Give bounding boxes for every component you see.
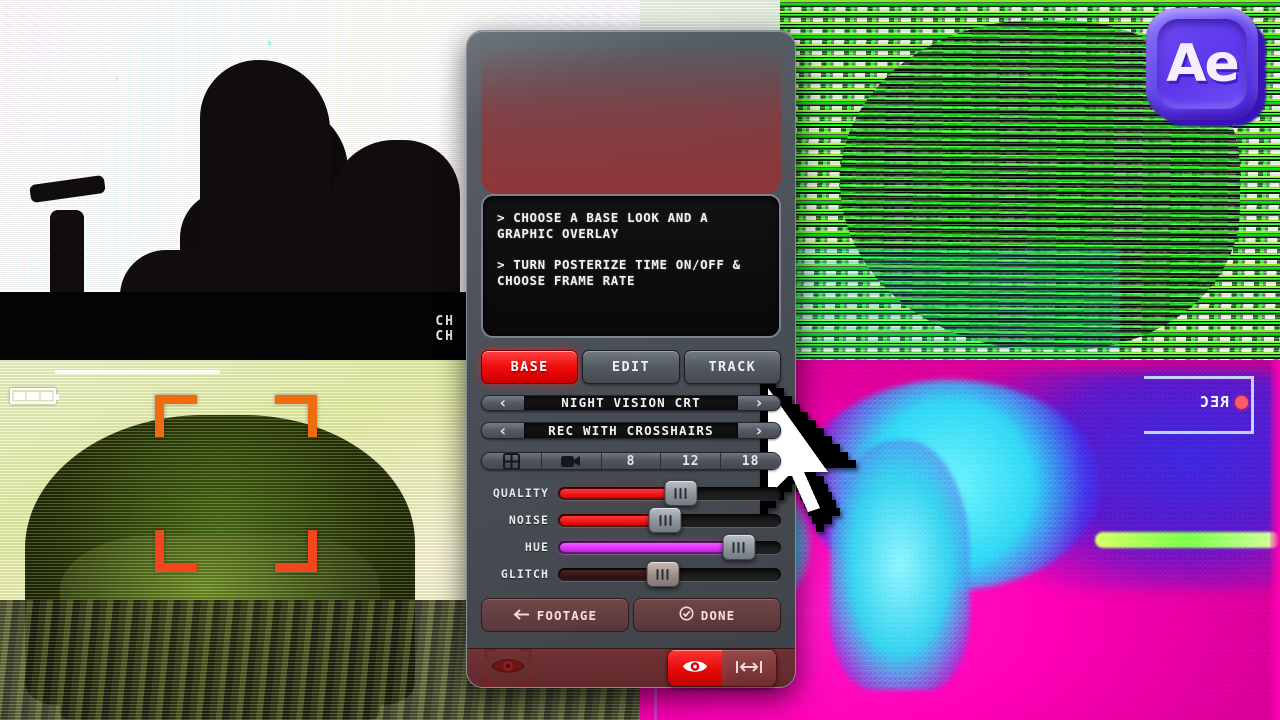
fit-width-icon: [735, 659, 763, 678]
logo-text: Ae: [1166, 34, 1240, 94]
slider-hue-track[interactable]: [558, 534, 781, 561]
logo-inner: Ae: [1157, 19, 1247, 109]
logo-body: Ae: [1146, 8, 1258, 120]
frame-rate-18-button[interactable]: 18: [721, 453, 780, 470]
record-control-group: [667, 649, 777, 688]
action-bar: FOOTAGE DONE: [481, 598, 781, 633]
panel-footer: [467, 648, 795, 688]
graphic-overlay-prev-button[interactable]: ‹: [482, 423, 524, 438]
base-look-selector: ‹ NIGHT VISION CRT ›: [481, 394, 781, 412]
done-button-label: DONE: [700, 607, 736, 623]
rec-dot-icon: [1235, 395, 1248, 409]
footage-button-label: FOOTAGE: [536, 607, 598, 623]
instruction-line-2: > TURN POSTERIZE TIME ON/OFF & CHOOSE FR…: [497, 256, 741, 288]
tab-track[interactable]: TRACK: [683, 349, 781, 384]
arrow-left-icon: [513, 608, 530, 623]
slider-noise-knob[interactable]: [648, 507, 682, 534]
slider-hue: HUE: [481, 534, 781, 561]
base-look-value[interactable]: NIGHT VISION CRT: [524, 396, 738, 410]
preview-toggle-button[interactable]: [485, 649, 531, 688]
viewfinder-bracket-bottom-right: [275, 530, 317, 572]
slider-glitch-track[interactable]: [558, 561, 781, 588]
camera-mode-button[interactable]: [541, 453, 602, 470]
graphic-overlay-value[interactable]: REC WITH CROSSHAIRS: [524, 423, 738, 438]
battery-icon: [10, 388, 59, 404]
control-panel: > CHOOSE A BASE LOOK AND A GRAPHIC OVERL…: [466, 30, 796, 688]
edge-glow: [1270, 360, 1280, 720]
tab-edit[interactable]: EDIT: [582, 349, 680, 384]
camera-icon: [561, 454, 581, 468]
slider-noise-track[interactable]: [558, 507, 781, 534]
slider-group: QUALITY NOISE HUE GLITCH: [481, 480, 781, 588]
rec-indicator: REC: [1199, 393, 1248, 411]
slider-glitch-fill: [560, 569, 661, 579]
slider-noise-fill: [560, 515, 663, 525]
graphic-overlay-next-button[interactable]: ›: [738, 423, 780, 438]
check-circle-icon: [679, 606, 694, 624]
frame-rate-8-button[interactable]: 8: [601, 453, 662, 470]
rec-label: REC: [1198, 393, 1229, 411]
slider-hue-label: HUE: [524, 540, 549, 555]
slider-glitch: GLITCH: [481, 561, 781, 588]
slider-noise-label: NOISE: [508, 513, 549, 528]
tab-base[interactable]: BASE: [481, 349, 579, 384]
tab-bar: BASE EDIT TRACK: [481, 349, 781, 384]
slider-quality-knob[interactable]: [664, 480, 698, 507]
screenshot-stage: CH CH REC Ae > CHOOSE A BASE LOOK AND A …: [0, 0, 1280, 720]
instruction-line-1: > CHOOSE A BASE LOOK AND A GRAPHIC OVERL…: [497, 209, 709, 241]
slider-hue-knob[interactable]: [722, 534, 756, 561]
record-button[interactable]: [668, 650, 722, 687]
base-look-next-button[interactable]: ›: [738, 396, 780, 410]
viewfinder-bracket-top-left: [155, 395, 197, 437]
hud-top-line: [55, 370, 220, 374]
posterize-toggle-button[interactable]: [482, 453, 542, 470]
viewfinder-bracket-top-right: [275, 395, 317, 437]
grid-icon: [502, 453, 520, 470]
done-button[interactable]: DONE: [633, 598, 781, 633]
after-effects-logo: Ae: [1146, 8, 1268, 130]
channel-label: CH CH: [435, 314, 455, 344]
frame-rate-12-button[interactable]: 12: [661, 453, 722, 470]
frame-rate-row: 8 12 18: [481, 452, 781, 471]
record-eye-icon: [682, 658, 708, 679]
base-look-prev-button[interactable]: ‹: [482, 396, 524, 410]
slider-noise: NOISE: [481, 507, 781, 534]
slider-glitch-knob[interactable]: [646, 561, 680, 588]
slider-quality: QUALITY: [481, 480, 781, 507]
slider-quality-label: QUALITY: [492, 486, 549, 501]
eye-target-icon: [491, 656, 525, 680]
footage-button[interactable]: FOOTAGE: [481, 598, 629, 633]
panel-red-wash: [481, 45, 781, 194]
slider-quality-fill: [560, 488, 679, 498]
slider-glitch-label: GLITCH: [500, 567, 549, 582]
slider-quality-track[interactable]: [558, 480, 781, 507]
fit-width-button[interactable]: [722, 650, 776, 687]
instructions-readout: > CHOOSE A BASE LOOK AND A GRAPHIC OVERL…: [481, 193, 781, 338]
viewfinder-bracket-bottom-left: [155, 530, 197, 572]
slider-hue-fill: [560, 542, 737, 552]
graphic-overlay-selector: ‹ REC WITH CROSSHAIRS ›: [481, 422, 781, 440]
